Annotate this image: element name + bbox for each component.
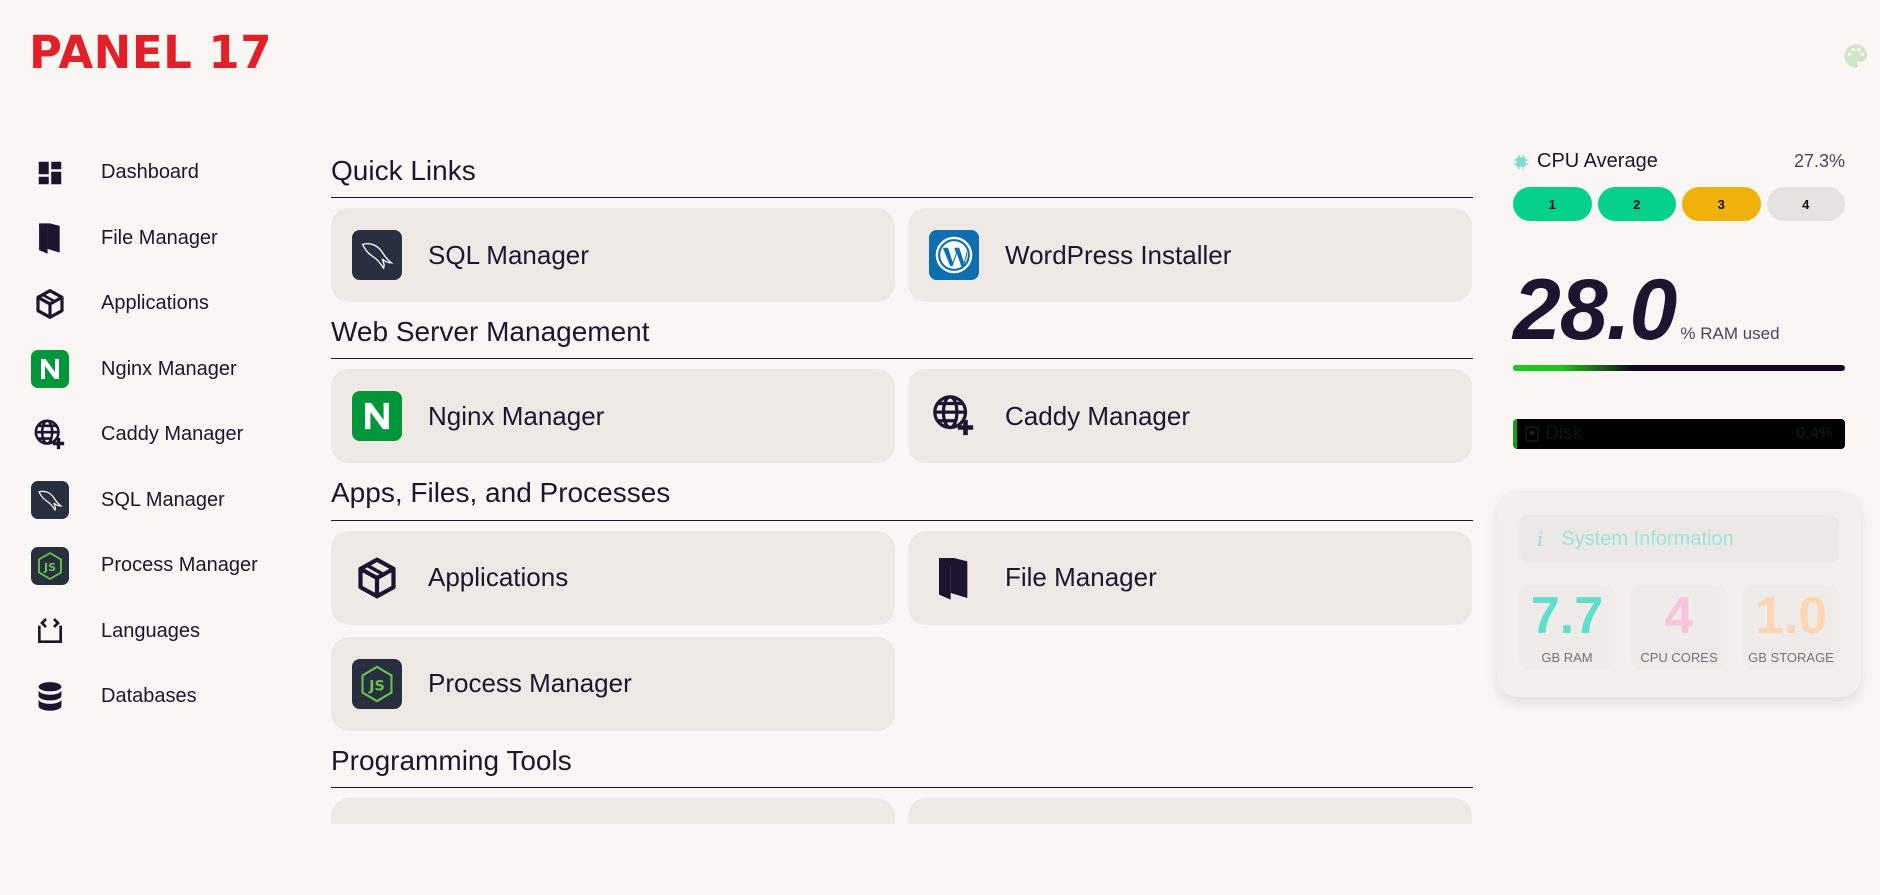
cpu-core-badge: 3 [1682, 187, 1761, 221]
chip-icon [1513, 154, 1529, 169]
code-icon [30, 611, 70, 651]
card-label: Caddy Manager [1005, 400, 1190, 431]
nginx-icon [30, 349, 70, 389]
app-logo[interactable]: PANEL 17 [29, 30, 272, 75]
sidebar-item-file-manager[interactable]: File Manager [30, 206, 280, 272]
box-icon [352, 553, 402, 603]
database-icon [30, 677, 70, 717]
sidebar-item-databases[interactable]: Databases [30, 664, 280, 730]
stat-value: 4 [1664, 586, 1694, 645]
section-title: Programming Tools [331, 745, 1473, 788]
mysql-dolphin-icon [352, 230, 402, 281]
sidebar-item-dashboard[interactable]: Dashboard [30, 140, 280, 206]
stat-label: CPU CORES [1640, 649, 1718, 665]
sidebar-item-label: Nginx Manager [101, 357, 237, 380]
cpu-cores-row: 1 2 3 4 [1513, 187, 1845, 221]
file-manager-icon [929, 553, 979, 603]
stat-ram: 7.7 GB RAM [1519, 585, 1615, 669]
cpu-core-badge: 2 [1597, 187, 1676, 221]
sidebar-item-sql-manager[interactable]: SQL Manager [30, 468, 280, 534]
system-information-stats: 7.7 GB RAM 4 CPU CORES 1.0 GB STORAGE [1519, 585, 1839, 669]
sidebar-item-label: Languages [101, 619, 200, 642]
card-applications[interactable]: Applications [331, 530, 895, 625]
stat-cpu-cores: 4 CPU CORES [1631, 585, 1727, 669]
sidebar-item-applications[interactable]: Applications [30, 271, 280, 337]
cpu-average-header: CPU Average 27.3% [1513, 150, 1845, 173]
cpu-average-label: CPU Average [1537, 150, 1658, 172]
card-programming-tool[interactable] [331, 797, 895, 824]
card-label: WordPress Installer [1005, 239, 1232, 270]
nodejs-icon: JS [30, 546, 70, 586]
disk-label: Disk [1545, 423, 1582, 444]
sidebar-item-label: SQL Manager [101, 488, 225, 511]
globe-plus-icon [30, 415, 70, 455]
sidebar-item-languages[interactable]: Languages [30, 599, 280, 665]
ram-usage-fill [1513, 365, 1634, 371]
ram-usage-unit: % RAM used [1680, 324, 1780, 343]
stat-storage: 1.0 GB STORAGE [1743, 585, 1839, 669]
card-label: File Manager [1005, 562, 1157, 593]
cpu-core-badge: 1 [1513, 187, 1592, 221]
sidebar-item-label: Process Manager [101, 554, 258, 577]
ram-usage-value: 28.0 [1513, 262, 1677, 358]
card-caddy-manager[interactable]: Caddy Manager [908, 369, 1472, 464]
nodejs-icon: JS [352, 658, 402, 709]
file-manager-icon [30, 218, 70, 258]
globe-plus-icon [929, 391, 979, 441]
web-server-grid: Nginx Manager Caddy Manager [331, 369, 1473, 464]
sidebar-item-label: Applications [101, 292, 209, 315]
card-file-manager[interactable]: File Manager [908, 530, 1472, 625]
card-process-manager[interactable]: JS Process Manager [331, 636, 895, 731]
sidebar-item-label: Caddy Manager [101, 423, 244, 446]
main-content: Quick Links SQL Manager WordPress Instal… [331, 155, 1473, 838]
sidebar-item-process-manager[interactable]: JS Process Manager [30, 533, 280, 599]
disk-percent: 0.4% [1796, 425, 1833, 442]
nginx-icon [352, 391, 402, 442]
stat-value: 7.7 [1530, 586, 1604, 645]
disk-icon [1525, 426, 1539, 442]
ram-usage: 28.0 % RAM used [1513, 267, 1845, 353]
system-stats-panel: CPU Average 27.3% 1 2 3 4 28.0 % RAM use… [1513, 150, 1845, 449]
tool-icon [929, 820, 979, 824]
box-icon [30, 284, 70, 324]
disk-usage-bar: Disk 0.4% [1513, 419, 1845, 449]
sidebar-item-nginx-manager[interactable]: Nginx Manager [30, 337, 280, 403]
mysql-dolphin-icon [30, 480, 70, 520]
section-title: Web Server Management [331, 316, 1473, 360]
stat-label: GB RAM [1541, 649, 1593, 665]
apps-files-grid: Applications File Manager JS Process Man… [331, 530, 1473, 731]
card-programming-tool[interactable] [908, 797, 1472, 824]
card-sql-manager[interactable]: SQL Manager [331, 208, 895, 303]
sidebar-item-caddy-manager[interactable]: Caddy Manager [30, 402, 280, 468]
sidebar-item-label: Databases [101, 685, 197, 708]
card-label: Process Manager [428, 668, 632, 699]
ram-usage-bar [1513, 365, 1845, 371]
card-wordpress-installer[interactable]: WordPress Installer [908, 208, 1472, 303]
sidebar-item-label: Dashboard [101, 161, 199, 184]
card-label: SQL Manager [428, 239, 589, 270]
section-title: Apps, Files, and Processes [331, 477, 1473, 521]
stat-value: 1.0 [1754, 586, 1828, 645]
stat-label: GB STORAGE [1748, 649, 1834, 665]
card-nginx-manager[interactable]: Nginx Manager [331, 369, 895, 464]
wordpress-icon [929, 230, 979, 281]
sidebar-nav: Dashboard File Manager Applications Ngin… [30, 140, 280, 730]
sidebar-item-label: File Manager [101, 226, 218, 249]
system-information-header[interactable]: i System Information [1519, 515, 1839, 563]
info-icon: i [1537, 527, 1544, 551]
card-label: Nginx Manager [428, 400, 605, 431]
card-label: Applications [428, 562, 569, 593]
section-title: Quick Links [331, 155, 1473, 199]
system-information-card: i System Information 7.7 GB RAM 4 CPU CO… [1497, 491, 1861, 697]
svg-text:JS: JS [368, 678, 385, 694]
svg-text:JS: JS [43, 561, 56, 574]
cpu-average-value: 27.3% [1793, 151, 1845, 171]
quick-links-grid: SQL Manager WordPress Installer [331, 208, 1473, 303]
palette-icon[interactable] [1842, 42, 1870, 70]
programming-tools-grid [331, 797, 1473, 824]
cpu-core-badge: 4 [1766, 187, 1845, 221]
dashboard-icon [30, 153, 70, 193]
system-information-title: System Information [1561, 527, 1734, 550]
